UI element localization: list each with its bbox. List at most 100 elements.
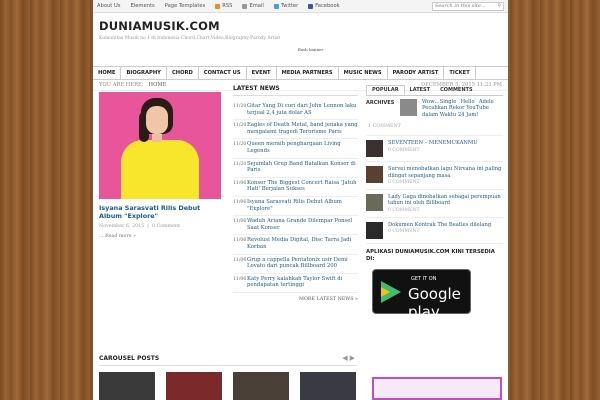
popular-item-comments: 0 COMMENT [388, 180, 420, 186]
rss-link[interactable]: RSS [215, 3, 232, 9]
news-title[interactable]: Sejumlah Grup Band Batalkan Konser di Pa… [247, 161, 358, 174]
carousel-thumb[interactable] [300, 372, 356, 400]
featured-title[interactable]: Isyana Sarasvati Rilis Debut Album "Expl… [99, 204, 224, 220]
news-item[interactable]: 11/20 Eagles of Death Metal, band jenaka … [233, 120, 358, 140]
carousel-thumb[interactable] [99, 372, 155, 400]
nav-event[interactable]: EVENT [247, 67, 277, 79]
carousel-next-icon[interactable]: ▶ [350, 354, 357, 362]
top-bar: About Us Elements Page Templates RSS Ema… [93, 0, 508, 13]
carousel-thumb[interactable] [233, 372, 289, 400]
news-title[interactable]: Waduh Ariana Grande Dilempar Ponsel Saat… [247, 218, 358, 231]
popular-thumb[interactable] [366, 194, 383, 212]
news-item[interactable]: 11/20 Sejumlah Grup Band Batalkan Konser … [233, 159, 358, 178]
rss-icon [215, 3, 221, 9]
news-item[interactable]: 11/06 Isyana Sarasvati Rilis Debut Album … [233, 197, 358, 217]
news-title[interactable]: Katy Perry kalahkah Taylor Swift di pend… [247, 276, 358, 289]
news-item[interactable]: 11/20 Gitar Yang Di curi dari John Lennon… [233, 101, 358, 121]
page-templates-link[interactable]: Page Templates [165, 3, 206, 9]
popular-item-comments: 0 COMMENT [388, 229, 420, 235]
news-item[interactable]: 11/06 Revolusi Media Digital, Disc Tarra … [233, 235, 358, 255]
popular-thumb[interactable] [366, 166, 383, 184]
email-icon [242, 3, 248, 9]
site-tagline: Komunitas Musik no 1 di Indonesia-Chord,… [99, 36, 281, 41]
nav-chord[interactable]: CHORD [167, 67, 199, 79]
popular-thumb[interactable] [366, 221, 383, 239]
news-title[interactable]: Eagles of Death Metal, band jenaka yang … [247, 122, 358, 135]
news-title[interactable]: Revolusi Media Digital, Disc Tarra Jadi … [247, 237, 358, 250]
popular-thumb[interactable] [400, 99, 417, 116]
popular-item-comments: 0 COMMENT [388, 207, 420, 213]
popular-item[interactable]: Survei menobatkan lagu Nirvana ini palin… [366, 162, 503, 191]
site-logo[interactable]: DUNIAMUSIK.COM [99, 19, 502, 33]
search-icon[interactable]: ⚲ [497, 3, 501, 9]
carousel-thumbs [99, 372, 357, 400]
news-title[interactable]: Konser The Biggest Concert Raisa 'Jatuh … [247, 180, 358, 193]
news-title[interactable]: Isyana Sarasvati Rilis Debut Album "Expl… [247, 199, 358, 212]
featured-read-more[interactable]: ... Read more » [99, 234, 224, 239]
page: About Us Elements Page Templates RSS Ema… [93, 0, 508, 400]
facebook-label: Facebook [315, 3, 340, 9]
elements-link[interactable]: Elements [131, 3, 155, 9]
news-title[interactable]: Grup a cappella Pentatonix usir Demi Lov… [247, 257, 358, 270]
ad-banner[interactable] [372, 377, 502, 400]
carousel-thumb[interactable] [166, 372, 222, 400]
popular-item[interactable]: Lady Gaga dinobatkan sebagai perempuan t… [366, 190, 503, 218]
facebook-link[interactable]: Facebook [308, 3, 340, 9]
popular-item-title[interactable]: Wow…Single `Hello` Adele Pecahkan Rekor … [422, 99, 503, 118]
nav-music-news[interactable]: MUSIC NEWS [339, 67, 388, 79]
news-date: 11/06 [233, 257, 247, 263]
nav-home[interactable]: HOME [93, 67, 122, 79]
news-item[interactable]: 11/20 Queen meraih penghargaan Living Leg… [233, 139, 358, 159]
sidebar-tabs: POPULAR LATEST COMMENTS [366, 85, 503, 96]
news-date: 11/20 [233, 142, 247, 148]
sidebar: POPULAR LATEST COMMENTS ARCHIVES Wow…Sin… [366, 85, 503, 321]
twitter-link[interactable]: Twitter [273, 3, 299, 9]
popular-item-title[interactable]: Dokumen Kontrak The Beatles dilelang [388, 222, 491, 228]
news-item[interactable]: 11/06 Konser The Biggest Concert Raisa 'J… [233, 178, 358, 197]
twitter-icon [273, 3, 279, 9]
search-box: ⚲ [432, 1, 504, 11]
popular-item-title[interactable]: SEVENTEEN – MENEMUKANMU [388, 140, 478, 146]
email-label: Email [249, 3, 264, 9]
google-play-badge[interactable]: GET IT ON Google play [372, 268, 471, 321]
tab-latest[interactable]: LATEST [405, 85, 436, 95]
about-us-link[interactable]: About Us [97, 3, 121, 9]
news-date: 11/06 [233, 219, 247, 225]
popular-item-title[interactable]: Lady Gaga dinobatkan sebagai perempuan t… [388, 194, 503, 207]
archives-label[interactable]: ARCHIVES [366, 100, 400, 118]
featured-image[interactable] [99, 92, 221, 199]
news-date: 11/06 [233, 180, 247, 186]
popular-item[interactable]: Dokumen Kontrak The Beatles dilelang 0 CO… [366, 218, 503, 244]
news-item[interactable]: 11/06 Waduh Ariana Grande Dilempar Ponsel… [233, 216, 358, 236]
news-date: 11/20 [233, 161, 247, 167]
breadcrumb-home[interactable]: HOME [149, 82, 167, 88]
twitter-label: Twitter [280, 3, 299, 9]
email-link[interactable]: Email [242, 3, 264, 9]
nav-parody-artist[interactable]: PARODY ARTIST [388, 67, 445, 79]
news-title[interactable]: Queen meraih penghargaan Living Legends [247, 141, 358, 154]
popular-item-title[interactable]: Survei menobatkan lagu Nirvana ini palin… [388, 166, 503, 179]
latest-news-list: 11/20 Gitar Yang Di curi dari John Lennon… [233, 101, 358, 293]
google-play-label: Google play [408, 284, 461, 321]
nav-contact-us[interactable]: CONTACT US [199, 67, 247, 79]
nav-ticket[interactable]: TICKET [444, 67, 476, 79]
more-latest-news-link[interactable]: MORE LATEST NEWS » [233, 297, 358, 302]
tab-popular[interactable]: POPULAR [366, 85, 405, 95]
carousel-prev-icon[interactable]: ◀ [342, 354, 349, 362]
latest-news: LATEST NEWS 11/20 Gitar Yang Di curi dari… [233, 85, 358, 302]
news-title[interactable]: Gitar Yang Di curi dari John Lennon laku… [247, 103, 358, 116]
nav-media-partners[interactable]: MEDIA PARTNERS [277, 67, 339, 79]
popular-thumb[interactable] [366, 140, 383, 158]
search-input[interactable] [435, 3, 495, 9]
featured-meta: November 6, 2015 | 0 Comment [99, 224, 181, 229]
featured-comments[interactable]: 0 Comment [152, 224, 180, 229]
featured-post: Isyana Sarasvati Rilis Debut Album "Expl… [99, 92, 224, 239]
news-item[interactable]: 11/06 Grup a cappella Pentatonix usir Dem… [233, 255, 358, 274]
featured-date: November 6, 2015 [99, 224, 145, 229]
news-item[interactable]: 11/06 Katy Perry kalahkah Taylor Swift di… [233, 274, 358, 293]
apps-title: APLIKASI DUNIAMUSIK.COM KINI TERSEDIA DI… [366, 248, 495, 262]
nav-biography[interactable]: BIOGRAPHY [121, 67, 167, 79]
carousel-title: CAROUSEL POSTS [99, 354, 160, 362]
tab-comments[interactable]: COMMENTS [435, 85, 477, 95]
popular-item[interactable]: SEVENTEEN – MENEMUKANMU 0 COMMENT [366, 136, 503, 163]
